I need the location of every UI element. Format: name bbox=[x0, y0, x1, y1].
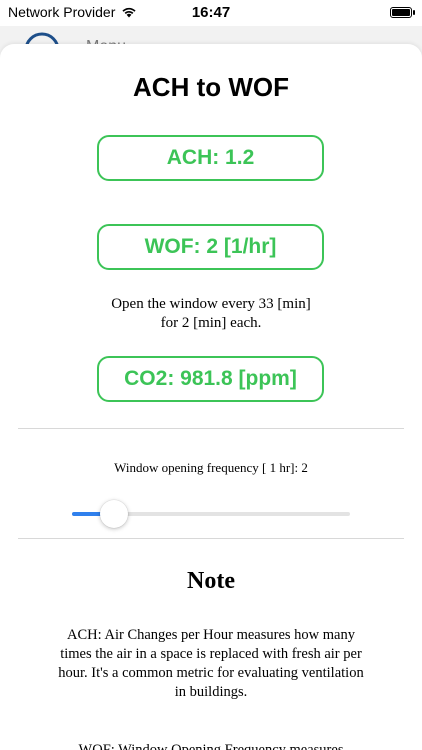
divider bbox=[18, 538, 404, 539]
hint-line-2: for 2 [min] each. bbox=[160, 315, 262, 331]
ach-to-wof-sheet: ACH to WOF ACH: 1.2 WOF: 2 [1/hr] Open t… bbox=[0, 44, 422, 750]
note-heading: Note bbox=[187, 568, 235, 594]
note-wof-text: WOF: Window Opening Frequency measures bbox=[78, 742, 344, 750]
slider-label: Window opening frequency [ 1 hr]: 2 bbox=[114, 460, 308, 475]
wof-value-button[interactable]: WOF: 2 [1/hr] bbox=[97, 224, 324, 270]
sheet-title: ACH to WOF bbox=[133, 72, 289, 102]
status-time: 16:47 bbox=[191, 4, 231, 21]
battery-icon bbox=[390, 7, 415, 18]
ach-value-button[interactable]: ACH: 1.2 bbox=[97, 135, 324, 181]
hint-line-1: Open the window every 33 [min] bbox=[111, 296, 311, 312]
slider-thumb[interactable] bbox=[99, 500, 128, 528]
window-frequency-slider[interactable] bbox=[72, 500, 350, 528]
window-hint: Open the window every 33 [min] for 2 [mi… bbox=[0, 295, 422, 333]
note-ach-text: ACH: Air Changes per Hour measures how m… bbox=[58, 627, 364, 700]
co2-value-button[interactable]: CO2: 981.8 [ppm] bbox=[97, 356, 324, 402]
divider bbox=[18, 428, 404, 429]
status-bar: Network Provider 16:47 bbox=[0, 0, 422, 26]
